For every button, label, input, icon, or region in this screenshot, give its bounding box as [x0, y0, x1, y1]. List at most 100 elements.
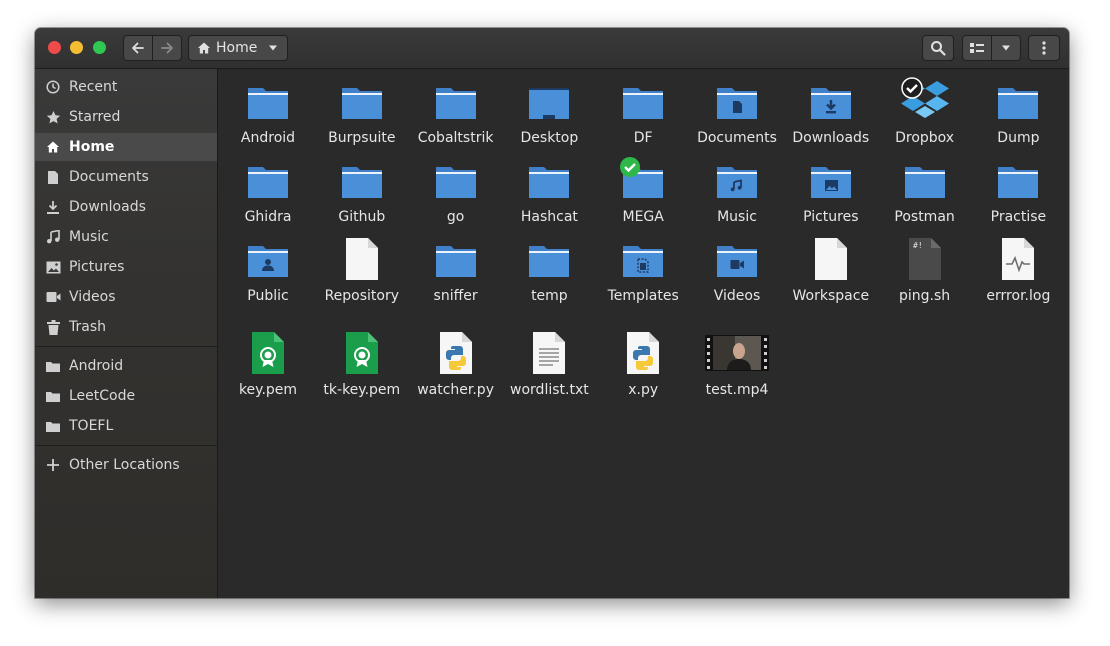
file-item[interactable]: go [409, 156, 503, 225]
file-item[interactable]: errror.log [971, 235, 1065, 304]
back-button[interactable] [123, 35, 153, 61]
sidebar-item-trash[interactable]: Trash [35, 313, 217, 341]
file-name-label: Downloads [792, 130, 870, 146]
file-item[interactable]: MEGA [596, 156, 690, 225]
file-item[interactable]: Postman [878, 156, 972, 225]
file-item[interactable]: test.mp4 [690, 329, 784, 398]
file-item[interactable]: temp [502, 235, 596, 304]
file-item[interactable]: Repository [315, 235, 409, 304]
file-item[interactable]: Public [221, 235, 315, 304]
file-item[interactable]: Cobaltstrik [409, 77, 503, 146]
file-item[interactable]: #! ping.sh [878, 235, 972, 304]
image-icon [45, 259, 61, 275]
folder-icon [432, 77, 480, 125]
checkmark-emblem-icon [620, 157, 641, 177]
file-item[interactable]: x.py [596, 329, 690, 398]
file-video-icon [705, 329, 769, 377]
file-script-icon: #! [901, 235, 949, 283]
file-item[interactable]: key.pem [221, 329, 315, 398]
file-name-label: Hashcat [520, 209, 578, 225]
file-name-label: wordlist.txt [510, 382, 589, 398]
search-button[interactable] [922, 35, 954, 61]
file-name-label: Templates [607, 288, 679, 304]
file-item[interactable]: Templates [596, 235, 690, 304]
file-name-label: tk-key.pem [323, 382, 401, 398]
video-icon [45, 289, 61, 305]
view-toggle-button[interactable] [962, 35, 992, 61]
sidebar-item-label: Trash [69, 319, 106, 335]
forward-button[interactable] [152, 35, 182, 61]
file-item[interactable]: tk-key.pem [315, 329, 409, 398]
file-item[interactable]: wordlist.txt [502, 329, 596, 398]
close-window-button[interactable] [48, 41, 61, 54]
path-bar-home-button[interactable]: Home [188, 35, 288, 61]
file-item[interactable]: Dropbox [878, 77, 972, 146]
file-cert-icon [338, 329, 386, 377]
file-name-label: Public [247, 288, 289, 304]
file-item[interactable]: watcher.py [409, 329, 503, 398]
sidebar-item-music[interactable]: Music [35, 223, 217, 251]
sidebar-item-home[interactable]: Home [35, 133, 217, 161]
file-item[interactable]: Dump [971, 77, 1065, 146]
file-manager-window: Home Recent Starred Home Documents Downloads… [35, 28, 1069, 598]
file-name-label: Dump [997, 130, 1040, 146]
document-icon [45, 169, 61, 185]
file-item[interactable]: Videos [690, 235, 784, 304]
sidebar-item-other-locations[interactable]: Other Locations [35, 451, 217, 479]
file-name-label: Repository [324, 288, 400, 304]
sidebar-item-downloads[interactable]: Downloads [35, 193, 217, 221]
sidebar-item-toefl[interactable]: TOEFL [35, 412, 217, 440]
folder-icon [244, 156, 292, 204]
music-icon [45, 229, 61, 245]
file-name-label: Videos [713, 288, 761, 304]
folder-icon [338, 156, 386, 204]
file-name-label: Dropbox [895, 130, 955, 146]
file-name-label: DF [633, 130, 653, 146]
list-view-icon [970, 43, 984, 53]
file-item[interactable]: Github [315, 156, 409, 225]
sidebar-item-documents[interactable]: Documents [35, 163, 217, 191]
file-name-label: Github [338, 209, 386, 225]
file-item[interactable]: Workspace [784, 235, 878, 304]
file-item[interactable]: Burpsuite [315, 77, 409, 146]
download-icon [45, 199, 61, 215]
file-item[interactable]: Android [221, 77, 315, 146]
folder-icon [619, 156, 667, 204]
sidebar-separator [35, 346, 217, 347]
file-item[interactable]: Downloads [784, 77, 878, 146]
file-item[interactable]: sniffer [409, 235, 503, 304]
sidebar-item-label: Other Locations [69, 457, 180, 473]
sidebar-item-leetcode[interactable]: LeetCode [35, 382, 217, 410]
kebab-menu-icon [1042, 41, 1046, 55]
file-text-icon [525, 329, 573, 377]
file-item[interactable]: Practise [971, 156, 1065, 225]
file-name-label: temp [531, 288, 568, 304]
menu-button[interactable] [1028, 35, 1060, 61]
file-name-label: go [446, 209, 465, 225]
file-name-label: MEGA [622, 209, 664, 225]
sidebar-item-pictures[interactable]: Pictures [35, 253, 217, 281]
sidebar-item-label: Documents [69, 169, 149, 185]
view-options-button[interactable] [991, 35, 1021, 61]
sidebar-item-label: Recent [69, 79, 118, 95]
file-item[interactable]: Ghidra [221, 156, 315, 225]
sidebar-item-recent[interactable]: Recent [35, 73, 217, 101]
sidebar: Recent Starred Home Documents Downloads Music… [35, 69, 218, 598]
folder-icon [244, 235, 292, 283]
file-item[interactable]: Music [690, 156, 784, 225]
sidebar-item-label: Pictures [69, 259, 125, 275]
file-name-label: Desktop [520, 130, 579, 146]
file-item[interactable]: DF [596, 77, 690, 146]
file-item[interactable]: Desktop [502, 77, 596, 146]
file-item[interactable]: Hashcat [502, 156, 596, 225]
maximize-window-button[interactable] [93, 41, 106, 54]
chevron-down-icon [269, 45, 278, 51]
sidebar-item-android[interactable]: Android [35, 352, 217, 380]
sidebar-item-starred[interactable]: Starred [35, 103, 217, 131]
sidebar-item-videos[interactable]: Videos [35, 283, 217, 311]
file-item[interactable]: Pictures [784, 156, 878, 225]
folder-icon [45, 388, 61, 404]
minimize-window-button[interactable] [70, 41, 83, 54]
file-item[interactable]: Documents [690, 77, 784, 146]
file-name-label: Burpsuite [328, 130, 396, 146]
